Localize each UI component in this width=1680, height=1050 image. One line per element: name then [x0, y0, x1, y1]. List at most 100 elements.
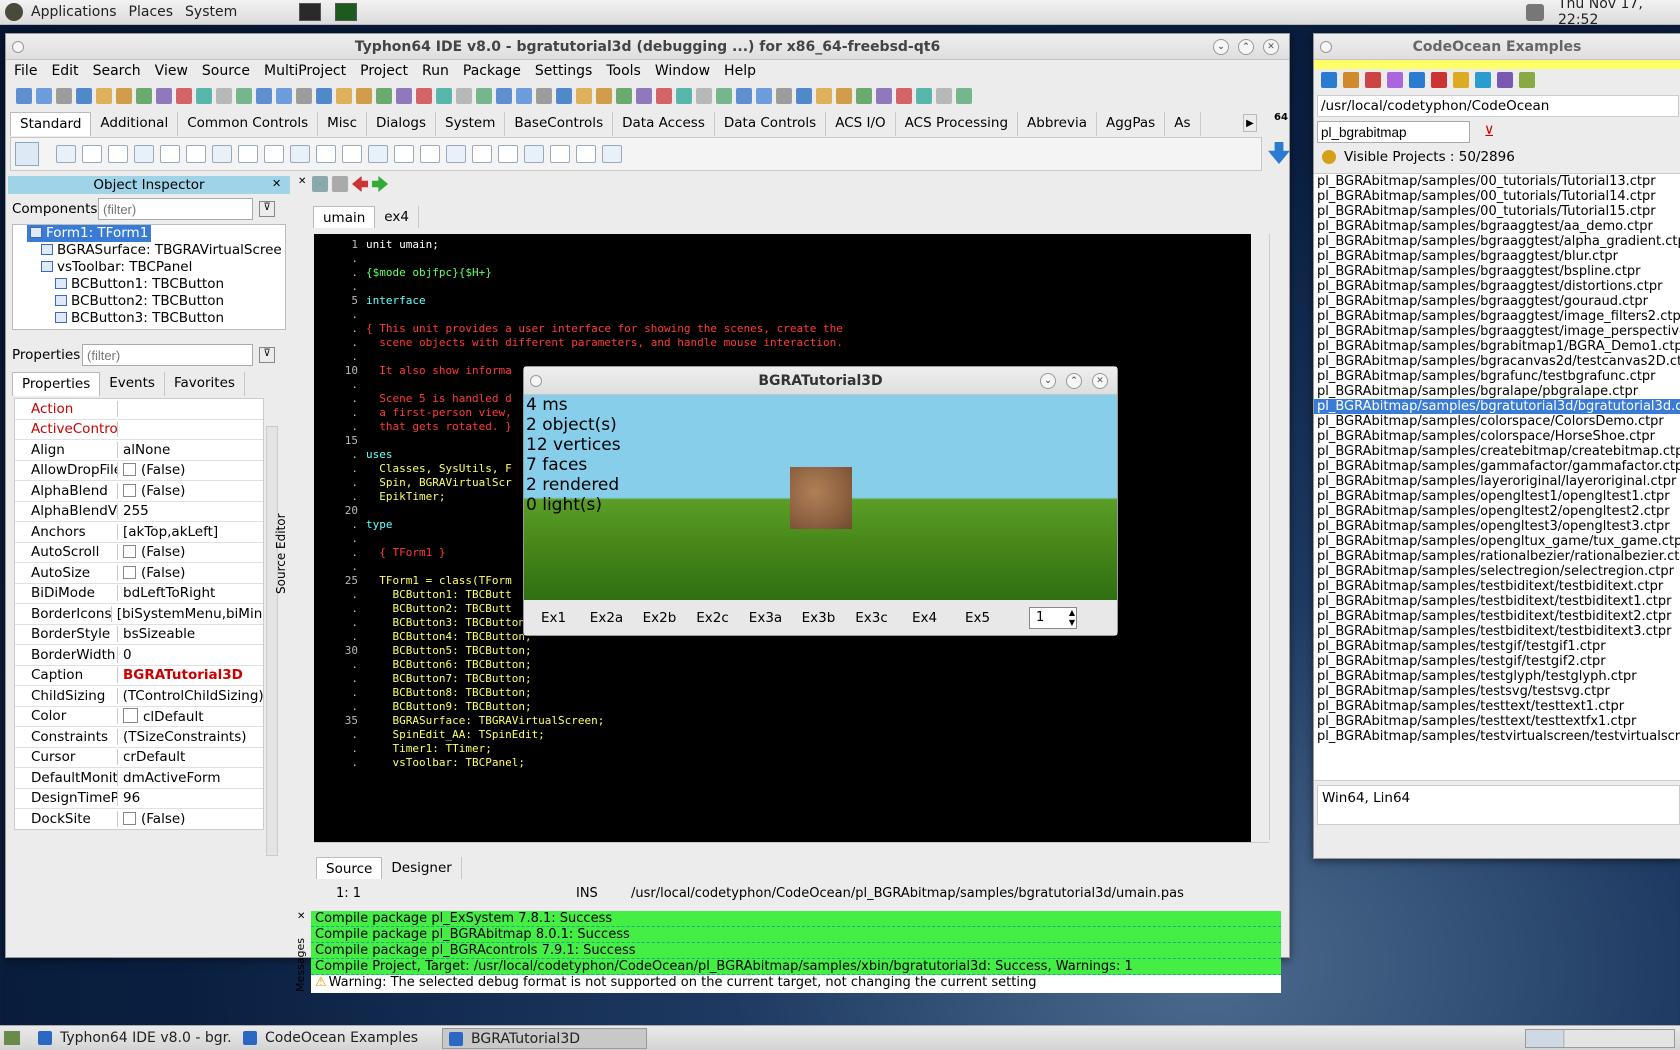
project-item[interactable]: pl_BGRAbitmap/samples/bgraaggtest/image_…	[1314, 309, 1680, 324]
code-line[interactable]: interface	[366, 294, 426, 307]
editor-tab[interactable]: umain	[313, 206, 376, 228]
editor-bottom-tab[interactable]: Designer	[382, 857, 462, 879]
codeocean-titlebar[interactable]: CodeOcean Examples	[1314, 34, 1680, 60]
spin-arrows-icon[interactable]: ▲ ▼	[1069, 608, 1075, 628]
palette-component-icon[interactable]	[446, 145, 466, 163]
filter-clear-icon[interactable]: ⊽	[259, 201, 275, 217]
inspector-tab[interactable]: Events	[100, 372, 165, 396]
palette-tab[interactable]: Abbrevia	[1018, 112, 1097, 136]
toolbar-tool-icon[interactable]	[136, 88, 152, 104]
editor-bottom-tab[interactable]: Source	[316, 857, 383, 879]
checkbox-icon[interactable]	[123, 565, 136, 579]
project-item[interactable]: pl_BGRAbitmap/samples/testbiditext/testb…	[1314, 579, 1680, 594]
messages-close-icon[interactable]: ✕	[297, 911, 305, 922]
scene-button[interactable]: Ex2b	[633, 610, 686, 626]
menu-source[interactable]: Source	[202, 63, 250, 79]
toolbar-tool-icon[interactable]	[656, 88, 672, 104]
project-item[interactable]: pl_BGRAbitmap/samples/createbitmap/creat…	[1314, 444, 1680, 459]
codeocean-tool-icon[interactable]	[1519, 72, 1535, 88]
components-filter-input[interactable]	[98, 198, 253, 220]
property-row[interactable]: AlphaBlend (False)	[15, 481, 263, 502]
codeocean-tool-icon[interactable]	[1431, 72, 1447, 88]
system-logo-icon[interactable]	[5, 3, 23, 21]
palette-component-icon[interactable]	[238, 145, 258, 163]
toolbar-tool-icon[interactable]	[476, 88, 492, 104]
code-line[interactable]: EpikTimer;	[366, 490, 445, 503]
code-line[interactable]: It also show informa	[366, 364, 511, 377]
project-item[interactable]: pl_BGRAbitmap/samples/opengltux_game/tux…	[1314, 534, 1680, 549]
message-line[interactable]: Compile Project, Target: /usr/local/code…	[311, 959, 1281, 975]
toolbar-tool-icon[interactable]	[16, 88, 32, 104]
project-item[interactable]: pl_BGRAbitmap/samples/00_tutorials/Tutor…	[1314, 174, 1680, 189]
project-item[interactable]: pl_BGRAbitmap/samples/bgraaggtest/bsplin…	[1314, 264, 1680, 279]
palette-component-icon[interactable]	[550, 145, 570, 163]
project-item[interactable]: pl_BGRAbitmap/samples/bgraaggtest/image_…	[1314, 324, 1680, 339]
palette-tab[interactable]: BaseControls	[505, 112, 614, 136]
project-item[interactable]: pl_BGRAbitmap/samples/testglyph/testglyp…	[1314, 669, 1680, 684]
palette-tab[interactable]: Dialogs	[367, 112, 437, 136]
property-value[interactable]: 96	[118, 790, 140, 806]
palette-component-icon[interactable]	[212, 145, 232, 163]
toolbar-tool-icon[interactable]	[676, 88, 692, 104]
property-row[interactable]: Constraints (TSizeConstraints)	[15, 727, 263, 748]
property-value[interactable]: clDefault	[118, 707, 204, 725]
window-menu-icon[interactable]	[1320, 41, 1332, 53]
scene-button[interactable]: Ex3c	[845, 610, 898, 626]
palette-component-icon[interactable]	[342, 145, 362, 163]
project-item[interactable]: pl_BGRAbitmap/samples/testtext/testtextf…	[1314, 714, 1680, 729]
project-item[interactable]: pl_BGRAbitmap/samples/testgif/testgif1.c…	[1314, 639, 1680, 654]
codeocean-tool-icon[interactable]	[1387, 72, 1403, 88]
task-ide[interactable]: Typhon64 IDE v8.0 - bgr...	[32, 1028, 232, 1049]
palette-tab[interactable]: Common Controls	[178, 112, 319, 136]
toolbar-tool-icon[interactable]	[496, 88, 512, 104]
property-row[interactable]: BorderWidth 0	[15, 645, 263, 666]
project-item[interactable]: pl_BGRAbitmap/samples/00_tutorials/Tutor…	[1314, 189, 1680, 204]
menu-file[interactable]: File	[14, 63, 37, 79]
filter-clear-icon[interactable]: ⊻	[1484, 124, 1494, 140]
toolbar-tool-icon[interactable]	[76, 88, 92, 104]
close-icon[interactable]: ✕	[1092, 373, 1108, 389]
project-item[interactable]: pl_BGRAbitmap/samples/testbiditext/testb…	[1314, 594, 1680, 609]
codeocean-tool-icon[interactable]	[1453, 72, 1469, 88]
scene-button[interactable]: Ex3a	[739, 610, 792, 626]
palette-tab[interactable]: AggPas	[1097, 112, 1166, 136]
code-line[interactable]: BCButton9: TBCButton;	[366, 700, 531, 713]
toolbar-tool-icon[interactable]	[356, 88, 372, 104]
menu-view[interactable]: View	[155, 63, 188, 79]
scene-button[interactable]: Ex2a	[580, 610, 633, 626]
toolbar-tool-icon[interactable]	[556, 88, 572, 104]
project-item[interactable]: pl_BGRAbitmap/samples/bgraaggtest/blur.c…	[1314, 249, 1680, 264]
checkbox-icon[interactable]	[123, 545, 136, 559]
palette-tab[interactable]: System	[436, 112, 506, 136]
project-item[interactable]: pl_BGRAbitmap/samples/00_tutorials/Tutor…	[1314, 204, 1680, 219]
palette-tab[interactable]: ACS Processing	[896, 112, 1019, 136]
places-menu[interactable]: Places	[129, 4, 174, 20]
property-value[interactable]: [biSystemMenu,biMinin	[112, 606, 263, 622]
codeocean-filter-input[interactable]	[1317, 121, 1470, 143]
message-line[interactable]: ⚠ Warning: The selected debug format is n…	[311, 975, 1281, 991]
code-line[interactable]: TForm1 = class(TForm	[366, 574, 511, 587]
code-line[interactable]: uses	[366, 448, 393, 461]
project-item[interactable]: pl_BGRAbitmap/samples/layeroriginal/laye…	[1314, 474, 1680, 489]
code-line[interactable]: Spin, BGRAVirtualScr	[366, 476, 511, 489]
toolbar-tool-icon[interactable]	[716, 88, 732, 104]
project-item[interactable]: pl_BGRAbitmap/samples/bgraaggtest/distor…	[1314, 279, 1680, 294]
toolbar-tool-icon[interactable]	[176, 88, 192, 104]
property-value[interactable]: (TControlChildSizing)	[118, 688, 263, 704]
applications-menu[interactable]: Applications	[31, 4, 117, 20]
property-value[interactable]: alNone	[118, 442, 170, 458]
ide-titlebar[interactable]: Typhon64 IDE v8.0 - bgratutorial3d (debu…	[6, 34, 1289, 60]
system-menu[interactable]: System	[185, 4, 237, 20]
property-value[interactable]: 255	[118, 503, 149, 519]
property-value[interactable]: [akTop,akLeft]	[118, 524, 218, 540]
aa-spin-edit[interactable]: 1 ▲ ▼	[1029, 607, 1077, 629]
toolbar-tool-icon[interactable]	[516, 88, 532, 104]
palette-component-icon[interactable]	[264, 145, 284, 163]
toolbar-tool-icon[interactable]	[776, 88, 792, 104]
property-value[interactable]: (False)	[118, 462, 185, 478]
menu-run[interactable]: Run	[422, 63, 449, 79]
menu-edit[interactable]: Edit	[51, 63, 78, 79]
palette-component-icon[interactable]	[82, 145, 102, 163]
property-value[interactable]: BGRATutorial3D	[118, 667, 243, 683]
toolbar-tool-icon[interactable]	[836, 88, 852, 104]
